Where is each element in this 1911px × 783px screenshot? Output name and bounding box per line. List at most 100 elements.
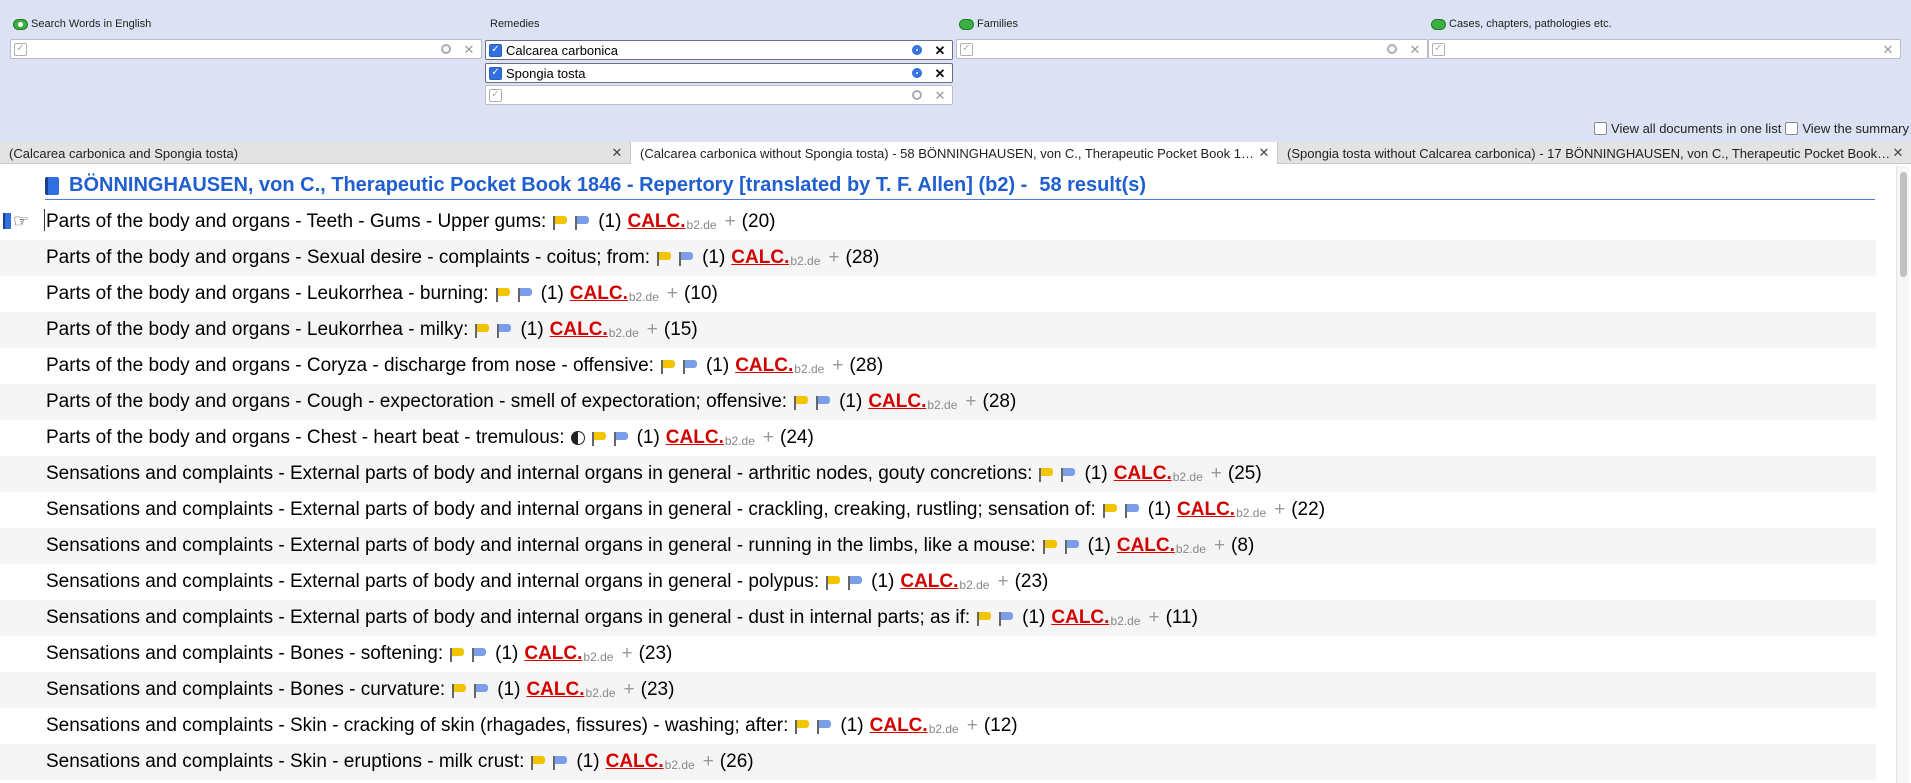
rubric-text[interactable]: Sensations and complaints - External par… [46,463,1032,485]
blue-flag-icon[interactable] [1123,503,1140,518]
expand-plus-icon[interactable]: + [997,571,1008,593]
result-row[interactable]: Parts of the body and organs - Sexual de… [0,240,1876,276]
expand-plus-icon[interactable]: + [725,211,736,233]
options-icon[interactable] [912,68,922,78]
options-icon[interactable] [1387,44,1397,54]
remedy-link[interactable]: CALC. [900,571,958,593]
result-row[interactable]: Parts of the body and organs - Leukorrhe… [0,276,1876,312]
yellow-flag-icon[interactable] [975,611,992,626]
result-row[interactable]: Sensations and complaints - Skin - crack… [0,708,1876,744]
remedy-link[interactable]: CALC. [1177,499,1235,521]
blue-flag-icon[interactable] [681,359,698,374]
rubric-text[interactable]: Sensations and complaints - Skin - crack… [46,715,788,737]
families-input[interactable]: ✓ ✕ [956,39,1428,59]
rubric-text[interactable]: Sensations and complaints - Bones - curv… [46,679,445,701]
result-row[interactable]: Parts of the body and organs - Coryza - … [0,348,1876,384]
remedy-link[interactable]: CALC. [606,751,664,773]
view-summary-toggle[interactable]: View the summary [1785,121,1909,136]
expand-plus-icon[interactable]: + [667,283,678,305]
expand-plus-icon[interactable]: + [1148,607,1159,629]
expand-plus-icon[interactable]: + [763,427,774,449]
blue-flag-icon[interactable] [612,431,629,446]
toggle-dot-icon[interactable] [1431,18,1446,30]
yellow-flag-icon[interactable] [590,431,607,446]
expand-plus-icon[interactable]: + [965,391,976,413]
remedy-link[interactable]: CALC. [735,355,793,377]
rubric-text[interactable]: Sensations and complaints - Skin - erupt… [46,751,524,773]
remedy-link[interactable]: CALC. [570,283,628,305]
result-row[interactable]: Sensations and complaints - External par… [0,456,1876,492]
yellow-flag-icon[interactable] [473,323,490,338]
blue-flag-icon[interactable] [573,215,590,230]
blue-flag-icon[interactable] [814,395,831,410]
close-icon[interactable]: ✕ [1891,145,1905,161]
cases-input[interactable]: ✓ ✕ [1428,39,1901,59]
rubric-text[interactable]: Sensations and complaints - External par… [46,535,1036,557]
toggle-dot-icon[interactable] [13,18,28,30]
yellow-flag-icon[interactable] [529,755,546,770]
checkbox-icon[interactable]: ✓ [489,88,502,102]
expand-plus-icon[interactable]: + [621,643,632,665]
remedy-link[interactable]: CALC. [1051,607,1109,629]
blue-flag-icon[interactable] [551,755,568,770]
result-row[interactable]: Parts of the body and organs - Chest - h… [0,420,1876,456]
remedy-link[interactable]: CALC. [1114,463,1172,485]
expand-plus-icon[interactable]: + [832,355,843,377]
search-words-input[interactable]: ✓ ✕ [10,39,482,59]
checkbox[interactable] [1594,122,1608,135]
result-row[interactable]: Sensations and complaints - External par… [0,528,1876,564]
rubric-text[interactable]: Sensations and complaints - External par… [46,607,970,629]
options-icon[interactable] [912,45,922,55]
expand-plus-icon[interactable]: + [1214,535,1225,557]
remedy-link[interactable]: CALC. [868,391,926,413]
blue-flag-icon[interactable] [997,611,1014,626]
checkbox-icon[interactable]: ✓ [489,43,502,57]
options-icon[interactable] [912,90,922,100]
view-all-documents-toggle[interactable]: View all documents in one list [1594,121,1781,136]
rubric-text[interactable]: Parts of the body and organs - Leukorrhe… [46,283,489,305]
clear-icon[interactable]: ✕ [1882,43,1894,56]
remove-icon[interactable]: ✕ [934,67,946,80]
remedy-link[interactable]: CALC. [870,715,928,737]
result-row[interactable]: Sensations and complaints - Bones - soft… [0,636,1876,672]
remedy-link[interactable]: CALC. [524,643,582,665]
remedy-link[interactable]: CALC. [550,319,608,341]
yellow-flag-icon[interactable] [1037,467,1054,482]
yellow-flag-icon[interactable] [551,215,568,230]
tab-and[interactable]: (Calcarea carbonica and Spongia tosta) ✕ [0,142,630,164]
result-row[interactable]: Parts of the body and organs - Cough - e… [0,384,1876,420]
remedy-link[interactable]: CALC. [627,211,685,233]
expand-plus-icon[interactable]: + [1211,463,1222,485]
checkbox-icon[interactable]: ✓ [489,66,502,80]
rubric-text[interactable]: Sensations and complaints - External par… [46,571,819,593]
yellow-flag-icon[interactable] [792,395,809,410]
remedy-field-1[interactable]: ✓ Calcarea carbonica ✕ [485,40,953,60]
remedy-link[interactable]: CALC. [526,679,584,701]
checkbox-icon[interactable]: ✓ [1432,42,1445,56]
expand-plus-icon[interactable]: + [1274,499,1285,521]
checkbox-icon[interactable]: ✓ [960,42,973,56]
yellow-flag-icon[interactable] [655,251,672,266]
close-icon[interactable]: ✕ [1257,145,1271,161]
options-icon[interactable] [441,44,451,54]
result-heading[interactable]: BÖNNINGHAUSEN, von C., Therapeutic Pocke… [45,172,1875,200]
blue-flag-icon[interactable] [1059,467,1076,482]
result-row[interactable]: Sensations and complaints - External par… [0,600,1876,636]
yellow-flag-icon[interactable] [1101,503,1118,518]
yellow-flag-icon[interactable] [450,683,467,698]
clear-icon[interactable]: ✕ [934,89,946,102]
rubric-text[interactable]: Parts of the body and organs - Cough - e… [46,391,787,413]
yin-yang-icon[interactable] [570,431,585,445]
result-row[interactable]: Sensations and complaints - External par… [0,564,1876,600]
expand-plus-icon[interactable]: + [703,751,714,773]
clear-icon[interactable]: ✕ [1409,43,1421,56]
yellow-flag-icon[interactable] [448,647,465,662]
blue-flag-icon[interactable] [516,287,533,302]
blue-flag-icon[interactable] [815,719,832,734]
tab-calc-without-spong[interactable]: (Calcarea carbonica without Spongia tost… [630,142,1278,164]
result-row[interactable]: Sensations and complaints - Skin - erupt… [0,744,1876,780]
remedy-link[interactable]: CALC. [731,247,789,269]
expand-plus-icon[interactable]: + [647,319,658,341]
blue-flag-icon[interactable] [677,251,694,266]
rubric-text[interactable]: Sensations and complaints - Bones - soft… [46,643,443,665]
